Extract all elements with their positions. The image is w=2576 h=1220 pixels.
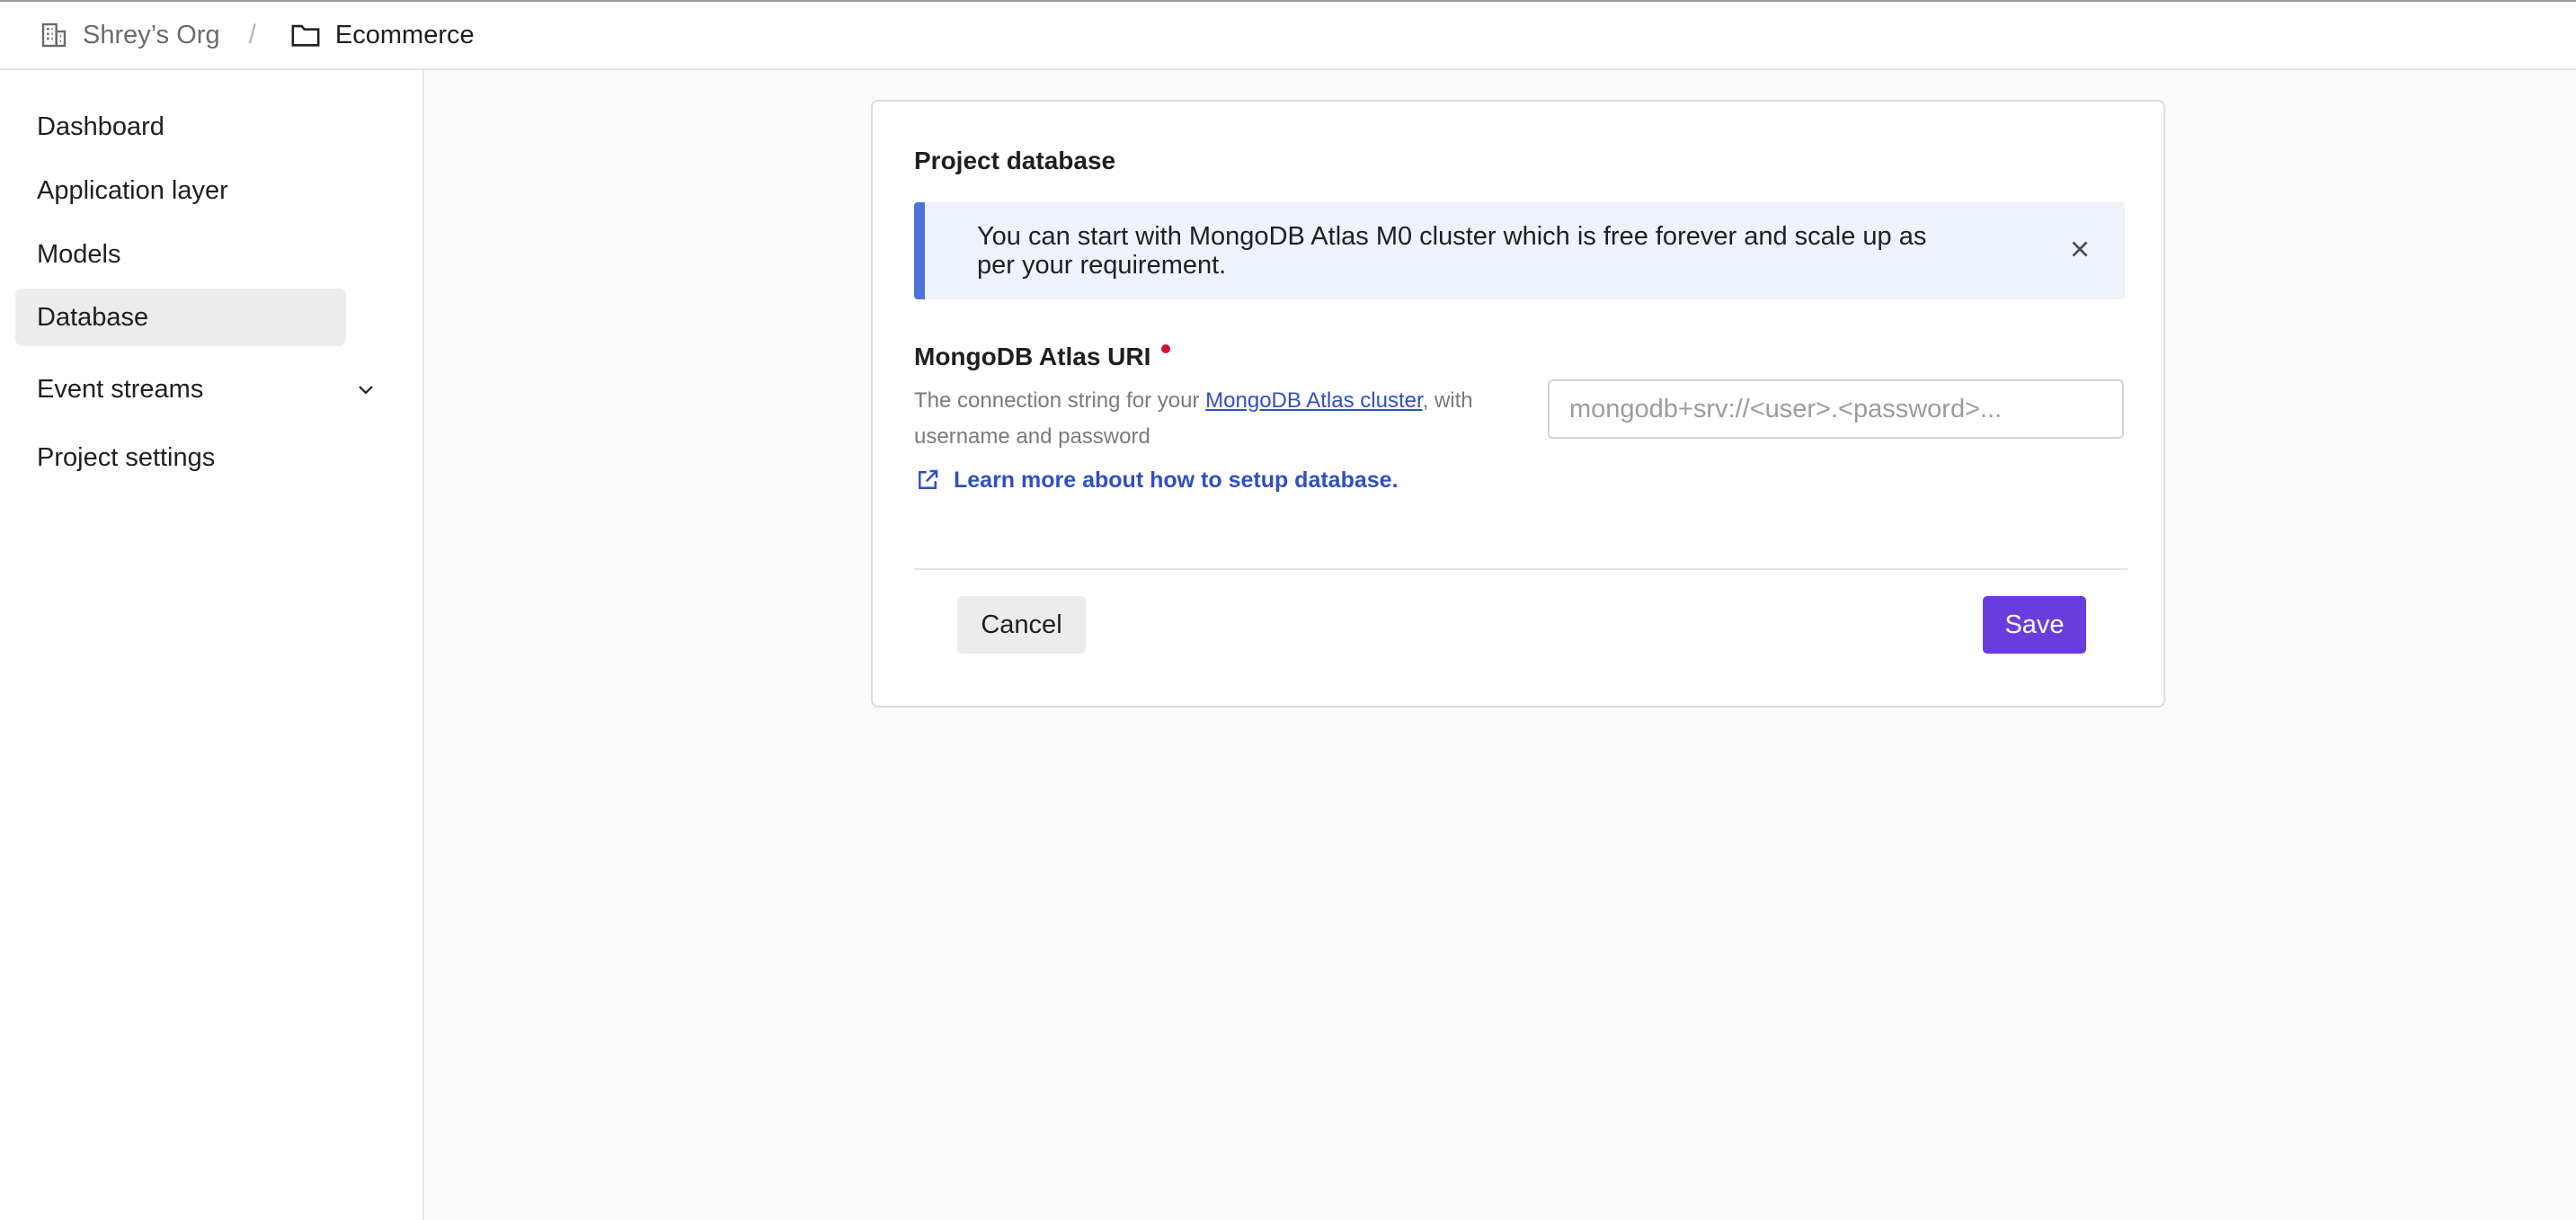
close-icon[interactable]: [2062, 231, 2098, 267]
divider: [914, 568, 2127, 570]
sidebar-item-models[interactable]: Models: [15, 226, 346, 283]
learn-more-label: Learn more about how to setup database.: [954, 467, 1399, 493]
sidebar-item-application-layer[interactable]: Application layer: [15, 162, 346, 219]
external-link-icon: [914, 467, 941, 494]
project-database-card: Project database You can start with Mong…: [871, 100, 2165, 708]
breadcrumb-org[interactable]: Shrey’s Org: [83, 21, 220, 50]
sidebar: Dashboard Application layer Models Datab…: [0, 70, 424, 1220]
field-description: The connection string for your MongoDB A…: [914, 383, 1507, 455]
alert-text: You can start with MongoDB Atlas M0 clus…: [977, 222, 1927, 280]
sidebar-item-label: Dashboard: [37, 111, 164, 141]
sidebar-item-dashboard[interactable]: Dashboard: [15, 98, 346, 156]
description-prefix: The connection string for your: [914, 388, 1206, 413]
mongodb-atlas-cluster-link[interactable]: MongoDB Atlas cluster: [1205, 388, 1422, 413]
top-bar: Shrey’s Org / Ecommerce: [0, 0, 2576, 70]
sidebar-item-label: Project settings: [37, 442, 216, 472]
sidebar-item-label: Event streams: [37, 374, 204, 404]
mongodb-uri-input[interactable]: [1548, 379, 2124, 439]
info-alert: You can start with MongoDB Atlas M0 clus…: [914, 202, 2125, 299]
cancel-button[interactable]: Cancel: [957, 596, 1086, 654]
breadcrumb-project[interactable]: Ecommerce: [335, 21, 475, 50]
sidebar-item-label: Models: [37, 239, 121, 269]
sidebar-item-project-settings[interactable]: Project settings: [15, 429, 346, 486]
learn-more-link[interactable]: Learn more about how to setup database.: [914, 467, 1399, 494]
field-label: MongoDB Atlas URI: [914, 343, 1171, 371]
building-icon: [40, 21, 68, 49]
breadcrumb: Shrey’s Org / Ecommerce: [40, 20, 475, 50]
sidebar-item-label: Database: [37, 302, 149, 332]
breadcrumb-separator: /: [248, 20, 256, 49]
chevron-down-icon[interactable]: [355, 378, 377, 400]
sidebar-item-label: Application layer: [37, 175, 228, 205]
sidebar-item-event-streams[interactable]: Event streams: [15, 361, 373, 418]
sidebar-item-database[interactable]: Database: [15, 289, 346, 346]
save-button[interactable]: Save: [1983, 596, 2086, 654]
card-title: Project database: [914, 147, 1116, 174]
folder-icon: [290, 22, 321, 49]
required-indicator: [1161, 344, 1171, 353]
field-label-text: MongoDB Atlas URI: [914, 343, 1151, 370]
